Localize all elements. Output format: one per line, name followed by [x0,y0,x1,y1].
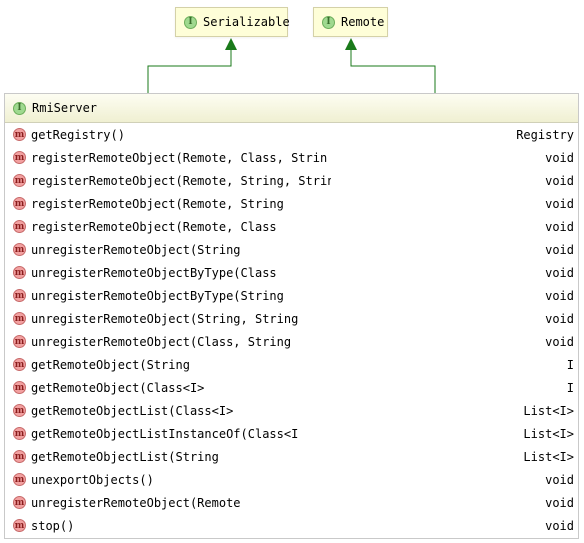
method-row[interactable]: m getRemoteObjectListInstanceOf(Class<I Li… [5,422,578,445]
method-return-type: void [545,334,574,349]
method-signature: registerRemoteObject(Remote, String, Str… [31,173,331,188]
method-row[interactable]: m unregisterRemoteObjectByType(String void [5,284,578,307]
method-icon: m [13,197,26,210]
interface-name: Serializable [203,15,290,29]
method-icon: m [13,381,26,394]
method-return-type: void [545,242,574,257]
method-icon: m [13,312,26,325]
method-icon: m [13,220,26,233]
method-row[interactable]: m getRemoteObject(String I [5,353,578,376]
method-icon: m [13,358,26,371]
interface-icon: I [184,15,197,29]
method-signature: stop() [31,518,75,533]
method-return-type: void [545,196,574,211]
method-signature: registerRemoteObject(Remote, Class [31,219,277,234]
method-signature: registerRemoteObject(Remote, String [31,196,284,211]
method-signature: getRemoteObjectList(Class<I> [31,403,234,418]
edge-remote [350,50,436,93]
method-icon: m [13,404,26,417]
edge-serializable [147,50,232,93]
method-icon: m [13,128,26,141]
arrowhead-remote [345,38,357,50]
method-return-type: void [545,311,574,326]
method-icon: m [13,243,26,256]
method-signature: unregisterRemoteObjectByType(Class [31,265,277,280]
class-header: I RmiServer [5,94,578,123]
interface-icon: I [13,101,26,115]
method-row[interactable]: m registerRemoteObject(Remote, String, St… [5,169,578,192]
method-return-type: List<I> [523,449,574,464]
interface-name: Remote [341,15,385,29]
method-list: m getRegistry() Registry m registerRemoteObj… [5,123,578,537]
method-return-type: Registry [516,127,574,142]
method-signature: unregisterRemoteObject(Remote [31,495,241,510]
method-signature: unregisterRemoteObject(Class, String [31,334,292,349]
method-signature: unregisterRemoteObject(String, String [31,311,299,326]
method-icon: m [13,289,26,302]
method-return-type: List<I> [523,403,574,418]
method-icon: m [13,151,26,164]
method-return-type: void [545,495,574,510]
method-row[interactable]: m getRegistry() Registry [5,123,578,146]
method-icon: m [13,427,26,440]
method-return-type: I [566,380,574,395]
method-row[interactable]: m registerRemoteObject(Remote, Class void [5,215,578,238]
method-return-type: List<I> [523,426,574,441]
method-row[interactable]: m getRemoteObjectList(String List<I> [5,445,578,468]
method-signature: unexportObjects() [31,472,154,487]
method-row[interactable]: m unregisterRemoteObject(String void [5,238,578,261]
method-signature: unregisterRemoteObject(String [31,242,241,257]
method-signature: unregisterRemoteObjectByType(String [31,288,284,303]
method-row[interactable]: m stop() void [5,514,578,537]
method-return-type: void [545,518,574,533]
method-signature: getRegistry() [31,127,125,142]
interface-node-remote[interactable]: I Remote [313,7,388,37]
method-return-type: I [566,357,574,372]
method-return-type: void [545,173,574,188]
method-icon: m [13,519,26,532]
interface-icon: I [322,15,335,29]
method-icon: m [13,174,26,187]
class-name: RmiServer [32,101,98,115]
method-row[interactable]: m unexportObjects() void [5,468,578,491]
method-signature: getRemoteObjectListInstanceOf(Class<I [31,426,299,441]
method-signature: getRemoteObjectList(String [31,449,219,464]
method-return-type: void [545,288,574,303]
method-row[interactable]: m unregisterRemoteObject(Remote void [5,491,578,514]
method-row[interactable]: m registerRemoteObject(Remote, Class, Str… [5,146,578,169]
method-row[interactable]: m unregisterRemoteObjectByType(Class void [5,261,578,284]
method-signature: getRemoteObject(String [31,357,190,372]
method-icon: m [13,473,26,486]
method-return-type: void [545,150,574,165]
method-row[interactable]: m unregisterRemoteObject(Class, String voi… [5,330,578,353]
method-icon: m [13,496,26,509]
method-signature: getRemoteObject(Class<I> [31,380,205,395]
method-row[interactable]: m getRemoteObjectList(Class<I> List<I> [5,399,578,422]
method-row[interactable]: m unregisterRemoteObject(String, String vo… [5,307,578,330]
method-icon: m [13,450,26,463]
method-icon: m [13,335,26,348]
method-return-type: void [545,265,574,280]
method-return-type: void [545,219,574,234]
method-row[interactable]: m getRemoteObject(Class<I> I [5,376,578,399]
method-row[interactable]: m registerRemoteObject(Remote, String void [5,192,578,215]
method-signature: registerRemoteObject(Remote, Class, Stri… [31,150,328,165]
interface-node-serializable[interactable]: I Serializable [175,7,290,37]
method-icon: m [13,266,26,279]
class-node-rmiserver[interactable]: I RmiServer m getRegistry() Registry m regis… [4,93,579,539]
arrowhead-serializable [225,38,237,50]
method-return-type: void [545,472,574,487]
